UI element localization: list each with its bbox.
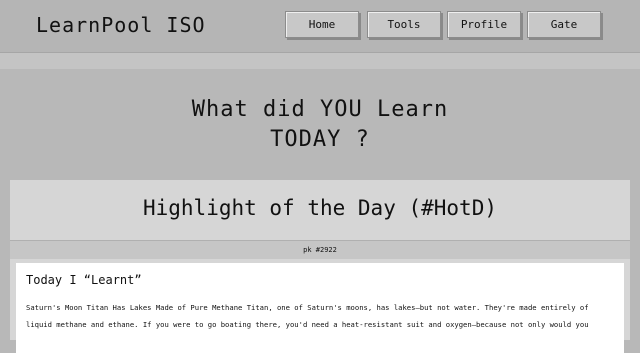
post-body-line-2: liquid methane and ethane. If you were t… [26,320,589,329]
header-divider-strip [0,53,640,69]
post-heading: Today I “Learnt” [26,273,142,287]
hero-headline: What did YOU Learn TODAY ? [0,95,640,155]
highlight-card: Highlight of the Day (#HotD) pk #2922 To… [10,180,630,353]
nav-profile-button[interactable]: Profile [447,11,521,38]
post-id-bar: pk #2922 [10,240,630,259]
post-content: Today I “Learnt” Saturn's Moon Titan Has… [16,263,624,353]
site-logo[interactable]: LearnPool ISO [36,13,206,37]
nav-tools-button[interactable]: Tools [367,11,441,38]
hero-line-1: What did YOU Learn [191,97,449,122]
hero-line-2: TODAY ? [270,127,370,152]
nav-gate-button[interactable]: Gate [527,11,601,38]
top-bar: LearnPool ISO Home Tools Profile Gate [0,0,640,53]
post-body-line-1: Saturn's Moon Titan Has Lakes Made of Pu… [26,303,589,312]
nav-home-button[interactable]: Home [285,11,359,38]
post-body: Saturn's Moon Titan Has Lakes Made of Pu… [26,299,616,333]
highlight-title: Highlight of the Day (#HotD) [142,196,497,220]
